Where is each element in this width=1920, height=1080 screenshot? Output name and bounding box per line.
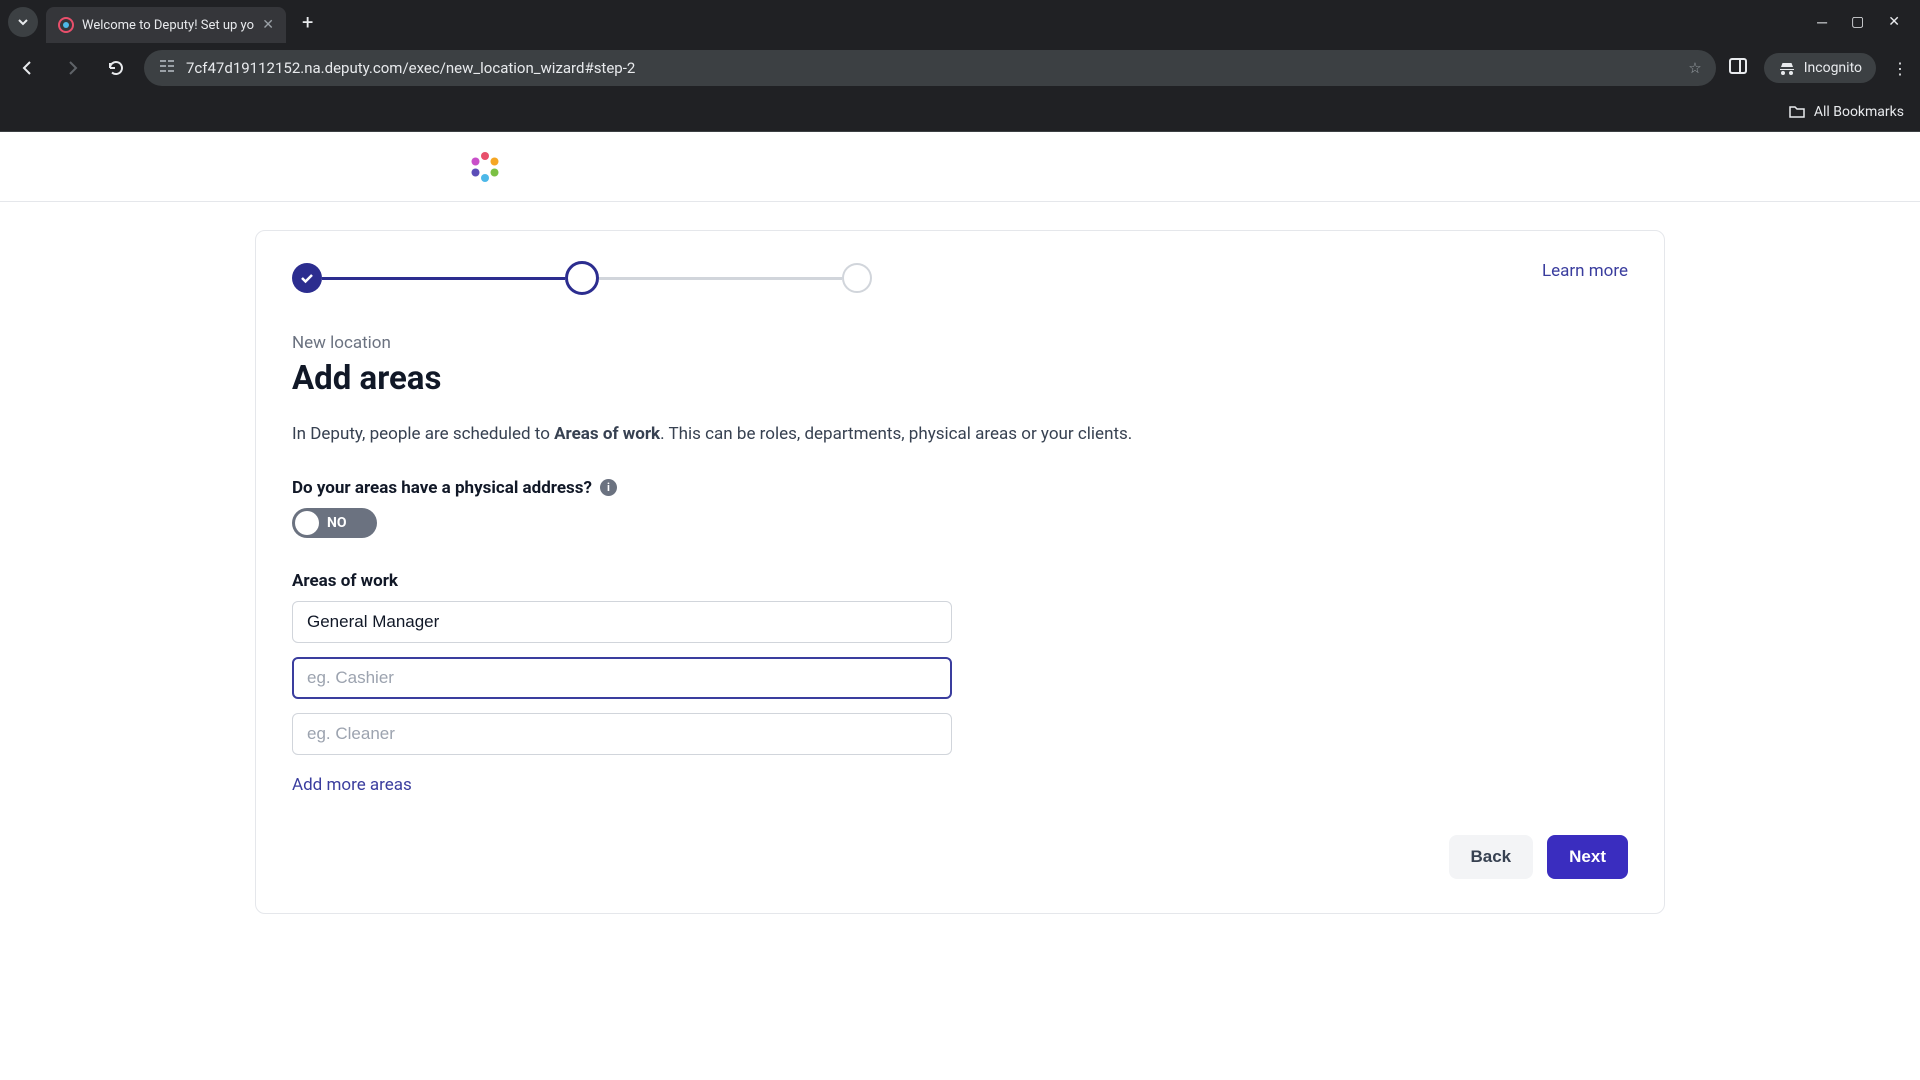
reload-button[interactable] — [100, 52, 132, 84]
step-line-2 — [599, 277, 842, 280]
back-wizard-button[interactable]: Back — [1449, 835, 1534, 879]
page-title: Add areas — [292, 359, 1628, 398]
breadcrumb: New location — [292, 333, 1628, 353]
tab-title: Welcome to Deputy! Set up yo — [82, 18, 254, 33]
chevron-down-icon — [17, 16, 29, 28]
arrow-right-icon — [62, 58, 82, 78]
physical-address-toggle[interactable]: NO — [292, 508, 377, 538]
arrow-left-icon — [18, 58, 38, 78]
progress-stepper — [292, 261, 872, 295]
physical-address-question: Do your areas have a physical address? — [292, 478, 592, 498]
toggle-knob — [295, 511, 319, 535]
description-text: In Deputy, people are scheduled to Areas… — [292, 422, 1142, 448]
toggle-label: NO — [327, 515, 347, 531]
forward-button[interactable] — [56, 52, 88, 84]
address-bar[interactable]: 7cf47d19112152.na.deputy.com/exec/new_lo… — [144, 50, 1716, 86]
info-icon[interactable]: i — [600, 479, 617, 496]
learn-more-link[interactable]: Learn more — [1542, 261, 1628, 281]
add-more-areas-link[interactable]: Add more areas — [292, 775, 412, 795]
bookmark-star-icon[interactable]: ☆ — [1688, 59, 1701, 77]
description-bold: Areas of work — [554, 424, 660, 444]
step-line-1 — [322, 277, 565, 280]
step-1-done — [292, 263, 322, 293]
back-button[interactable] — [12, 52, 44, 84]
tab-search-button[interactable] — [8, 7, 38, 37]
minimize-button[interactable]: ─ — [1817, 14, 1827, 31]
incognito-label: Incognito — [1804, 60, 1862, 76]
url-text: 7cf47d19112152.na.deputy.com/exec/new_lo… — [186, 59, 1678, 77]
description-post: . This can be roles, departments, physic… — [660, 424, 1132, 444]
close-window-button[interactable]: ✕ — [1888, 14, 1900, 31]
check-icon — [299, 270, 315, 286]
maximize-button[interactable]: ▢ — [1851, 14, 1864, 31]
all-bookmarks-label: All Bookmarks — [1814, 104, 1904, 120]
panel-icon — [1728, 56, 1748, 76]
all-bookmarks-button[interactable]: All Bookmarks — [1788, 103, 1904, 121]
deputy-logo — [468, 150, 502, 184]
browser-tab[interactable]: Welcome to Deputy! Set up yo ✕ — [46, 7, 286, 43]
folder-icon — [1788, 103, 1806, 121]
new-tab-button[interactable]: + — [294, 6, 321, 38]
description-pre: In Deputy, people are scheduled to — [292, 424, 554, 444]
step-3-future — [842, 263, 872, 293]
site-settings-icon[interactable] — [158, 57, 176, 79]
step-2-current — [565, 261, 599, 295]
deputy-favicon — [58, 17, 74, 33]
next-wizard-button[interactable]: Next — [1547, 835, 1628, 879]
wizard-card: Learn more New location Add areas In Dep… — [255, 230, 1665, 914]
area-input-3[interactable] — [292, 713, 952, 755]
area-input-2[interactable] — [292, 657, 952, 699]
incognito-indicator[interactable]: Incognito — [1764, 53, 1876, 83]
area-input-1[interactable] — [292, 601, 952, 643]
reload-icon — [106, 58, 126, 78]
side-panel-button[interactable] — [1728, 56, 1748, 80]
tab-close-button[interactable]: ✕ — [262, 17, 274, 33]
browser-menu-button[interactable]: ⋮ — [1892, 59, 1908, 78]
areas-of-work-label: Areas of work — [292, 571, 1628, 591]
incognito-icon — [1778, 59, 1796, 77]
